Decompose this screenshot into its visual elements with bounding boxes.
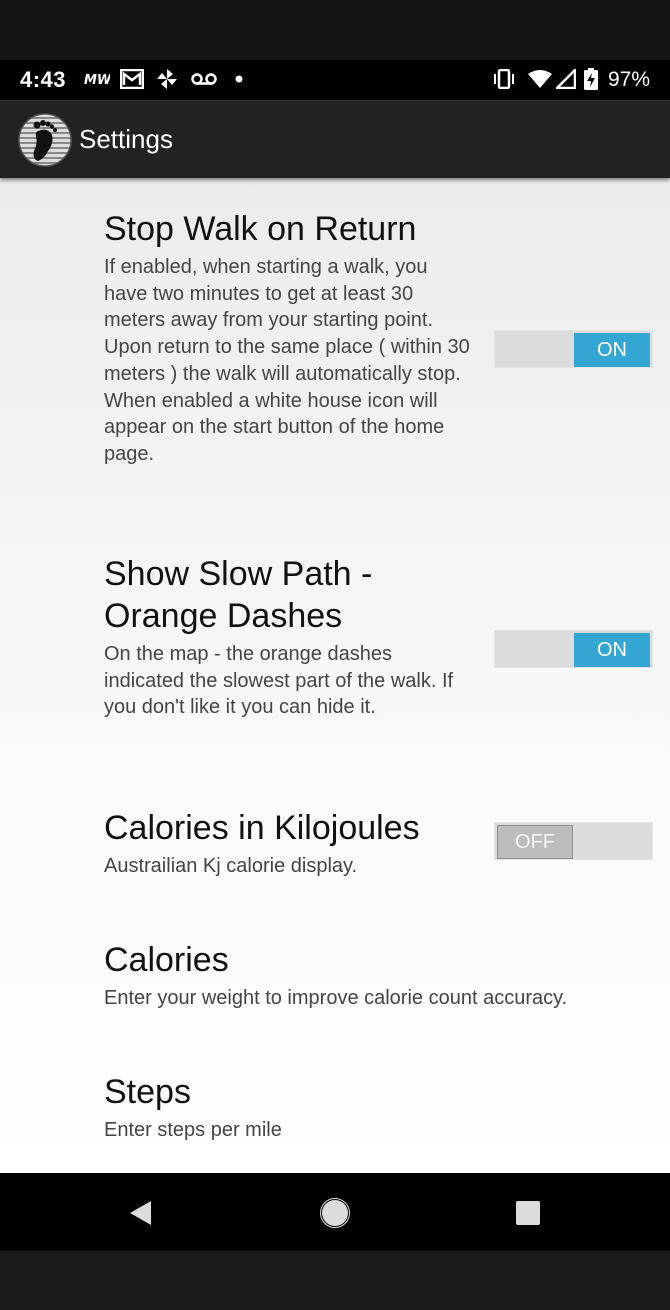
pinwheel-icon [156,68,178,90]
kilojoules-toggle[interactable]: OFF [494,822,653,860]
setting-summary: On the map - the orange dashes indicated… [104,643,454,719]
setting-calories[interactable]: Calories Enter your weight to improve ca… [104,939,654,1012]
top-bezel [0,0,670,60]
wifi-icon [527,68,553,90]
setting-stop-walk-on-return[interactable]: Stop Walk on Return If enabled, when sta… [104,208,474,468]
battery-charging-icon [584,68,598,90]
motorola-icon: MW [84,68,110,90]
page-title: Settings [79,124,173,154]
setting-title: Show Slow Path - Orange Dashes [104,555,373,635]
status-time: 4:43 [20,67,67,92]
bottom-bezel [0,1251,670,1310]
settings-list: Stop Walk on Return If enabled, when sta… [0,178,670,1173]
setting-steps[interactable]: Steps Enter steps per mile [104,1071,654,1144]
status-bar: 4:43 MW 97% [0,60,670,100]
back-icon[interactable] [124,1197,156,1229]
svg-text:MW: MW [84,73,110,86]
footprint-logo-icon [18,113,72,167]
gmail-icon [120,68,144,90]
toggle-state: ON [574,333,650,367]
navigation-bar [0,1173,670,1251]
setting-title: Calories in Kilojoules [104,809,420,847]
setting-title: Calories [104,941,229,979]
slow-path-toggle[interactable]: ON [494,630,653,668]
dot-icon [234,68,244,90]
toggle-state: ON [574,633,650,667]
battery-percentage: 97% [607,68,650,91]
setting-title: Stop Walk on Return [104,210,417,248]
setting-summary: Enter steps per mile [104,1119,282,1141]
vibrate-icon [492,68,516,90]
setting-show-slow-path[interactable]: Show Slow Path - Orange Dashes On the ma… [104,553,474,721]
stop-walk-toggle[interactable]: ON [494,330,653,368]
toggle-state: OFF [497,825,573,859]
home-icon[interactable] [319,1197,351,1229]
setting-title: Steps [104,1073,191,1111]
recents-icon[interactable] [512,1197,544,1229]
setting-summary: Enter your weight to improve calorie cou… [104,987,568,1009]
setting-summary: If enabled, when starting a walk, you ha… [104,256,470,465]
app-bar: Settings [0,100,670,178]
signal-icon [556,68,576,90]
setting-summary: Austrailian Kj calorie display. [104,855,358,877]
setting-calories-in-kilojoules[interactable]: Calories in Kilojoules Austrailian Kj ca… [104,807,474,880]
voicemail-icon [191,68,217,90]
